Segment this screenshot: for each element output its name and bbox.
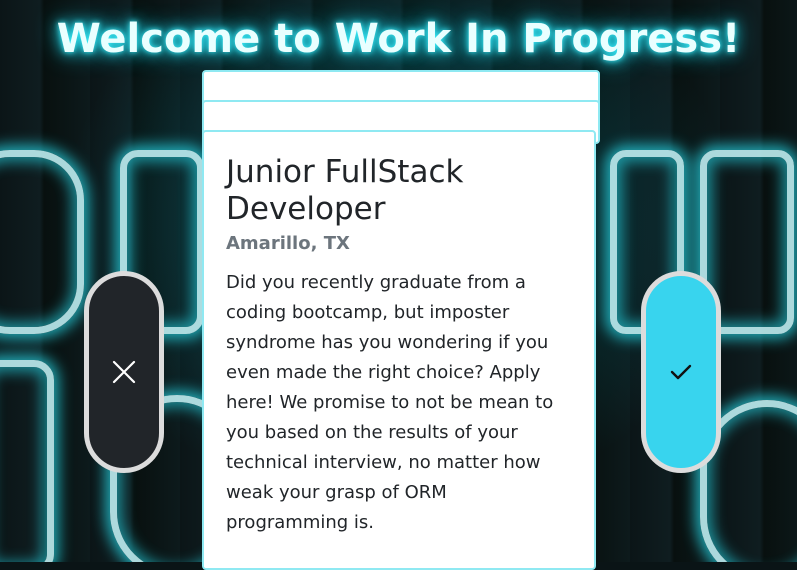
- reject-button[interactable]: [84, 271, 164, 473]
- job-title: Junior FullStack Developer: [226, 154, 464, 227]
- neon-shape-left-y: [0, 360, 54, 562]
- neon-shape-left-d: [0, 150, 84, 334]
- job-description: Did you recently graduate from a coding …: [226, 272, 554, 533]
- job-location: Amarillo, TX: [226, 233, 350, 254]
- page-title: Welcome to Work In Progress!: [56, 16, 741, 62]
- accept-button[interactable]: [641, 271, 721, 473]
- job-card[interactable]: Junior FullStack Developer Amarillo, TX …: [202, 130, 596, 570]
- check-icon: [670, 364, 692, 380]
- close-icon: [112, 360, 136, 384]
